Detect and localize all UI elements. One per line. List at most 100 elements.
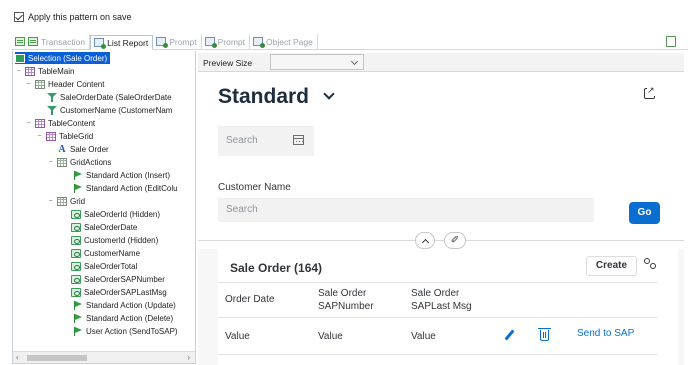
variant-title[interactable]: Standard [218,85,309,109]
column-header-order-date[interactable]: Order Date [225,293,274,306]
tree-item-label: TableGrid [59,131,94,141]
tree-item-selection[interactable]: Selection (Sale Order) [15,52,111,64]
tree-item-customerid[interactable]: CustomerId (Hidden) [71,234,158,246]
tree-item-label: SaleOrderTotal [84,261,138,271]
flag-icon [73,183,83,193]
tab-list-report[interactable]: List Report [90,35,154,50]
tree-item-label: SaleOrderSAPLastMsg [84,287,167,297]
cell-sap-last-msg: Value [411,331,436,342]
flag-icon [73,326,83,336]
tree-item-label: SaleOrderId (Hidden) [84,209,161,219]
tree-item-saleorderdate-filter[interactable]: SaleOrderDate (SaleOrderDate [47,91,172,103]
tab-label: Transaction [41,36,86,47]
tab-transaction[interactable]: Transaction [12,34,91,49]
preview-size-label: Preview Size [203,58,253,68]
tree-item-label: Standard Action (EditColu [86,183,178,193]
tree-item-action-delete[interactable]: Standard Action (Delete) [73,312,173,324]
tree-item-label: User Action (SendToSAP) [86,326,178,336]
tab-prompt-2[interactable]: Prompt [202,34,251,49]
tree-item-label: Standard Action (Delete) [86,313,174,323]
collapse-icon[interactable]: − [15,68,22,75]
column-header-text: Order Date [225,294,275,305]
column-header-text: SAPNumber [318,301,374,312]
tree-horizontal-scrollbar[interactable]: ‹ › [13,351,195,363]
column-header-text: SAPLast Msg [411,301,472,312]
object-page-icon [253,37,266,48]
pattern-tabs: Transaction List Report Prompt Prompt Ob… [12,34,688,50]
column-header-sap-last-msg[interactable]: Sale Order SAPLast Msg [411,287,472,313]
attribute-icon [71,261,81,271]
tree-item-label: SaleOrderSAPNumber [84,274,165,284]
tab-label: List Report [107,37,149,48]
table-settings-icon[interactable] [644,258,656,270]
table-row[interactable]: Value Value Value Send to SAP [218,318,658,355]
apply-pattern-option[interactable]: Apply this pattern on save [14,12,132,22]
apply-pattern-checkbox[interactable] [14,12,24,22]
tree-item-sale-order-text[interactable]: A Sale Order [57,143,108,155]
list-report-icon [94,38,107,49]
tree-item-label: Grid [70,196,86,206]
tab-label: Prompt [217,36,246,47]
tree-item-saleordertotal[interactable]: SaleOrderTotal [71,260,137,272]
scroll-left-icon[interactable]: ‹ [16,353,19,362]
share-icon[interactable] [644,85,655,99]
column-header-sap-number[interactable]: Sale Order SAPNumber [318,287,374,313]
scrollbar-thumb[interactable] [27,355,87,361]
send-to-sap-link[interactable]: Send to SAP [577,328,634,339]
tree-item-saleorderdate[interactable]: SaleOrderDate [71,221,137,233]
tree-item-tablegrid[interactable]: − TableGrid [36,130,93,142]
grid-gray-icon [57,196,67,206]
tree-item-label: CustomerId (Hidden) [84,235,159,245]
tab-label: Prompt [169,36,197,47]
customer-search-placeholder: Search [226,204,258,215]
tab-label: Object Page [266,36,313,47]
calendar-icon[interactable] [293,135,304,145]
tab-object-page[interactable]: Object Page [250,34,318,49]
tree-item-label: CustomerName [84,248,141,258]
tree-item-action-insert[interactable]: Standard Action (Insert) [73,169,170,181]
tree-item-header-content[interactable]: − Header Content [25,78,104,90]
tree-item-action-sendtosap[interactable]: User Action (SendToSAP) [73,325,178,337]
delete-icon[interactable] [538,328,551,341]
cell-sap-number: Value [318,331,343,342]
filter-icon [47,105,57,115]
filter-icon [47,92,57,102]
attribute-icon [71,222,81,232]
tree-item-action-update[interactable]: Standard Action (Update) [73,299,176,311]
tree-item-grid[interactable]: − Grid [47,195,85,207]
preview-size-select[interactable] [270,54,364,70]
pin-header-button[interactable]: ✐ [444,232,466,249]
collapse-icon[interactable]: − [47,198,54,205]
tree-item-customername-filter[interactable]: CustomerName (CustomerNam [47,104,172,116]
collapse-icon[interactable]: − [47,159,54,166]
create-button[interactable]: Create [586,256,637,276]
collapse-icon[interactable]: − [25,120,32,127]
tree-item-saleordersaplastmsg[interactable]: SaleOrderSAPLastMsg [71,286,167,298]
edit-icon[interactable] [504,330,516,342]
attribute-icon [71,274,81,284]
tree-item-tablemain[interactable]: − TableMain [15,65,74,77]
chevron-down-icon[interactable] [323,88,335,100]
scroll-right-icon[interactable]: › [187,353,190,362]
tree-item-saleorderid[interactable]: SaleOrderId (Hidden) [71,208,160,220]
table-title: Sale Order (164) [230,261,323,275]
tree-item-tablecontent[interactable]: − TableContent [25,117,95,129]
tree-item-action-editcolumn[interactable]: Standard Action (EditColu [73,182,178,194]
tree-item-customername[interactable]: CustomerName [71,247,140,259]
go-button[interactable]: Go [629,202,660,224]
date-search-field[interactable]: Search [218,126,314,156]
grid-icon [46,131,56,141]
collapse-header-button[interactable] [415,232,435,249]
collapse-icon[interactable]: − [36,133,43,140]
root-icon [15,53,25,63]
tree-item-label: Standard Action (Insert) [86,170,171,180]
collapse-icon[interactable]: − [25,81,32,88]
grid-gray-icon [57,157,67,167]
attribute-icon [71,248,81,258]
tree-item-gridactions[interactable]: − GridActions [47,156,111,168]
tree-item-saleordersapnumber[interactable]: SaleOrderSAPNumber [71,273,165,285]
properties-icon[interactable] [666,36,676,47]
transaction-icon [15,37,25,46]
customer-name-input[interactable]: Search [218,198,594,222]
tab-prompt-1[interactable]: Prompt [153,34,202,49]
